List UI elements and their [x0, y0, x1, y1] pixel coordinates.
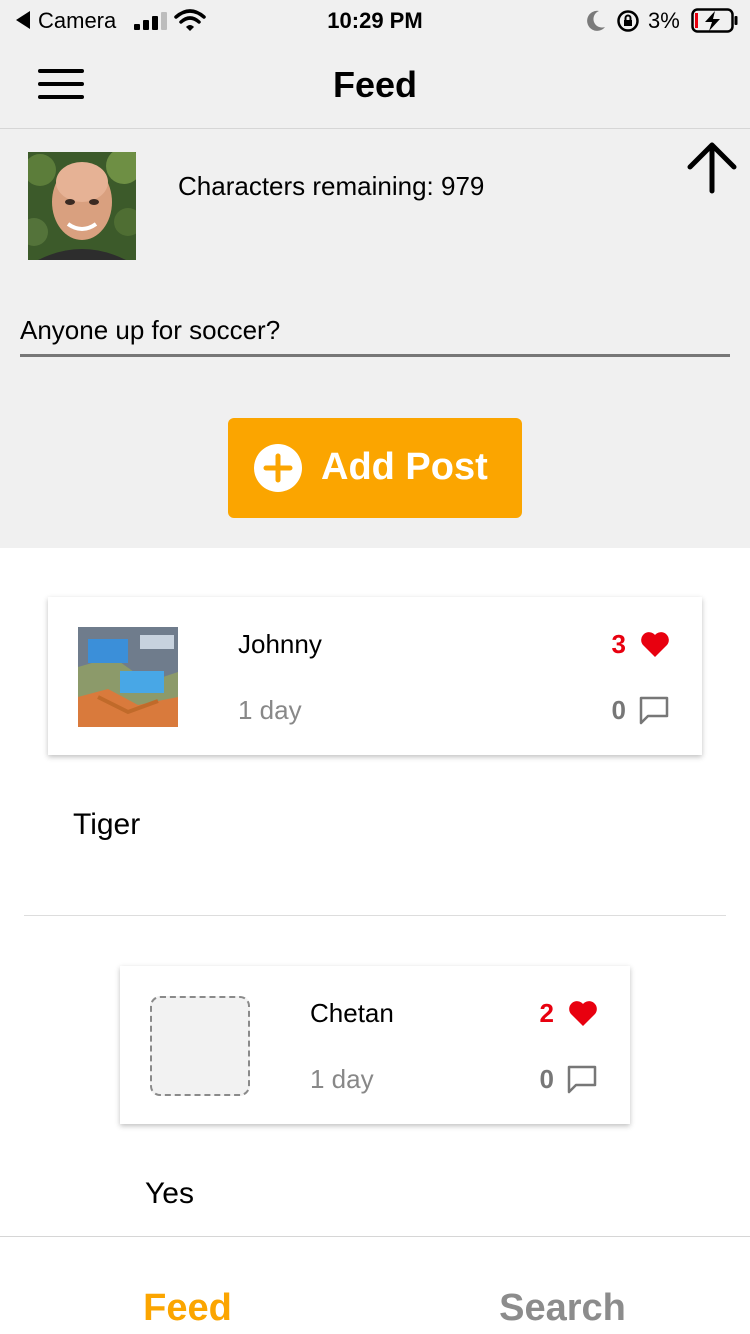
post-composer: Characters remaining: 979 Add Post: [0, 129, 750, 548]
add-post-label: Add Post: [321, 446, 488, 488]
post-body: Tiger: [73, 808, 141, 841]
post-age: 1 day: [238, 695, 302, 725]
post-body: Yes: [145, 1177, 194, 1210]
battery-charging-icon: [691, 8, 738, 33]
like-count: 3: [611, 629, 626, 659]
characters-remaining-label: Characters remaining: 979: [178, 171, 485, 201]
heart-icon[interactable]: [568, 999, 598, 1027]
post-text-input[interactable]: [20, 307, 730, 357]
battery-percentage: 3%: [648, 8, 680, 33]
like-count: 2: [539, 998, 554, 1028]
post-author: Chetan: [310, 998, 394, 1028]
comment-icon[interactable]: [566, 1064, 598, 1094]
tab-bar: Feed Search: [0, 1236, 750, 1334]
add-post-button[interactable]: Add Post: [228, 418, 522, 518]
avatar: [28, 152, 136, 260]
tab-search[interactable]: Search: [375, 1287, 750, 1330]
navigation-bar: Feed: [0, 42, 750, 129]
post-card[interactable]: Chetan 1 day 2 0: [120, 966, 630, 1124]
post-card[interactable]: Johnny 1 day 3 0: [48, 597, 702, 755]
comment-count: 0: [611, 695, 626, 725]
tab-feed[interactable]: Feed: [0, 1287, 375, 1330]
post-thumbnail-placeholder[interactable]: [150, 996, 250, 1096]
rotation-lock-icon: [617, 10, 639, 32]
post-thumbnail[interactable]: [78, 627, 178, 727]
comment-count: 0: [539, 1064, 554, 1094]
heart-icon[interactable]: [640, 630, 670, 658]
plus-circle-icon: [254, 444, 302, 492]
post-author: Johnny: [238, 629, 322, 659]
moon-icon: [587, 10, 605, 31]
status-bar: Camera 10:29 PM 3%: [0, 0, 750, 42]
post-age: 1 day: [310, 1064, 374, 1094]
arrow-up-icon[interactable]: [684, 139, 740, 195]
comment-icon[interactable]: [638, 695, 670, 725]
page-title: Feed: [332, 64, 418, 105]
post-divider: [24, 915, 726, 916]
